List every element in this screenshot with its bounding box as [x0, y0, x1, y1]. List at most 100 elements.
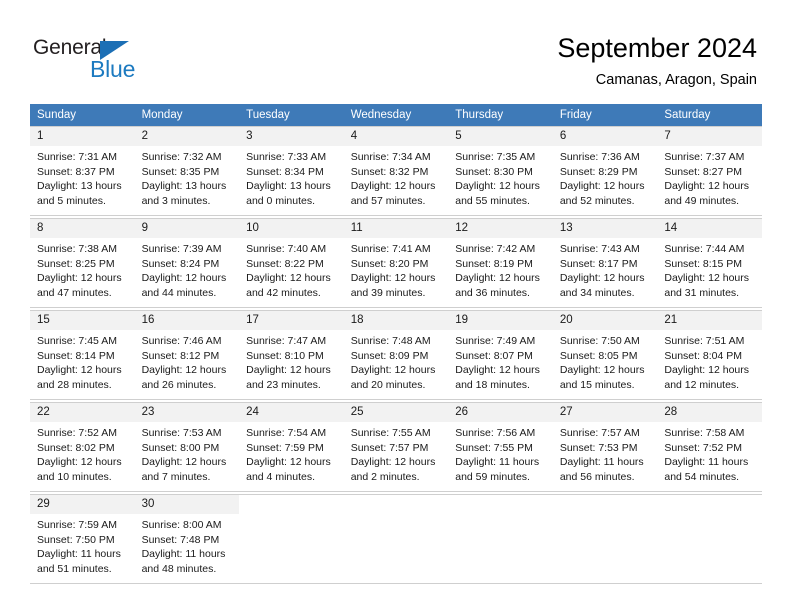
daylight-text-line2: and 42 minutes. — [246, 286, 321, 299]
sunset-text: Sunset: 8:24 PM — [141, 257, 220, 270]
day-cell[interactable]: 4 Sunrise: 7:34 AM Sunset: 8:32 PM Dayli… — [343, 126, 449, 216]
day-cell[interactable]: 24 Sunrise: 7:54 AM Sunset: 7:59 PM Dayl… — [239, 402, 344, 492]
daylight-text-line2: and 55 minutes. — [455, 194, 530, 207]
daylight-text-line1: Daylight: 12 hours — [455, 364, 540, 377]
day-cell[interactable]: 17 Sunrise: 7:47 AM Sunset: 8:10 PM Dayl… — [239, 310, 344, 400]
day-number: 4 — [343, 127, 449, 146]
daylight-text-line1: Daylight: 12 hours — [664, 364, 750, 377]
daylight-text-line1: Daylight: 12 hours — [141, 456, 227, 469]
day-cell-empty — [448, 494, 553, 584]
day-cell[interactable]: 25 Sunrise: 7:55 AM Sunset: 7:57 PM Dayl… — [343, 402, 449, 492]
day-cell[interactable]: 5 Sunrise: 7:35 AM Sunset: 8:30 PM Dayli… — [448, 126, 553, 216]
day-cell[interactable]: 15 Sunrise: 7:45 AM Sunset: 8:14 PM Dayl… — [30, 310, 135, 400]
day-cell[interactable]: 14 Sunrise: 7:44 AM Sunset: 8:15 PM Dayl… — [657, 218, 762, 308]
day-number: 20 — [552, 311, 658, 330]
daylight-text-line2: and 23 minutes. — [246, 378, 321, 391]
generalblue-logo[interactable]: General Blue — [33, 36, 163, 82]
sunrise-text: Sunrise: 7:54 AM — [246, 427, 327, 439]
daylight-text-line2: and 57 minutes. — [350, 194, 426, 207]
day-cell[interactable]: 28 Sunrise: 7:58 AM Sunset: 7:52 PM Dayl… — [657, 402, 762, 492]
day-details: Sunrise: 7:57 AM Sunset: 7:53 PM Dayligh… — [553, 422, 658, 484]
day-details: Sunrise: 7:33 AM Sunset: 8:34 PM Dayligh… — [239, 146, 344, 208]
day-cell[interactable]: 7 Sunrise: 7:37 AM Sunset: 8:27 PM Dayli… — [657, 126, 762, 216]
day-cell[interactable]: 3 Sunrise: 7:33 AM Sunset: 8:34 PM Dayli… — [239, 126, 344, 216]
day-cell[interactable]: 20 Sunrise: 7:50 AM Sunset: 8:05 PM Dayl… — [552, 310, 658, 400]
day-details: Sunrise: 7:40 AM Sunset: 8:22 PM Dayligh… — [239, 238, 344, 300]
sunrise-text: Sunrise: 7:53 AM — [141, 427, 222, 439]
daylight-text-line2: and 47 minutes. — [37, 286, 112, 299]
daylight-text-line1: Daylight: 11 hours — [664, 456, 749, 469]
day-cell[interactable]: 21 Sunrise: 7:51 AM Sunset: 8:04 PM Dayl… — [657, 310, 762, 400]
day-cell-empty — [239, 494, 344, 584]
day-number — [657, 495, 762, 514]
day-details: Sunrise: 7:49 AM Sunset: 8:07 PM Dayligh… — [448, 330, 553, 392]
day-cell[interactable]: 2 Sunrise: 7:32 AM Sunset: 8:35 PM Dayli… — [134, 126, 240, 216]
daylight-text-line1: Daylight: 12 hours — [246, 272, 331, 285]
day-details: Sunrise: 7:35 AM Sunset: 8:30 PM Dayligh… — [448, 146, 553, 208]
daylight-text-line2: and 52 minutes. — [559, 194, 635, 207]
day-cell[interactable]: 6 Sunrise: 7:36 AM Sunset: 8:29 PM Dayli… — [552, 126, 658, 216]
day-details: Sunrise: 7:53 AM Sunset: 8:00 PM Dayligh… — [135, 422, 240, 484]
day-number — [448, 495, 553, 514]
sunset-text: Sunset: 8:02 PM — [37, 441, 115, 454]
day-cell[interactable]: 13 Sunrise: 7:43 AM Sunset: 8:17 PM Dayl… — [552, 218, 658, 308]
day-details: Sunrise: 7:44 AM Sunset: 8:15 PM Dayligh… — [657, 238, 762, 300]
daylight-text-line2: and 7 minutes. — [141, 470, 211, 483]
page-subtitle-location: Camanas, Aragon, Spain — [595, 72, 757, 88]
sunset-text: Sunset: 8:04 PM — [664, 349, 743, 362]
day-cell[interactable]: 9 Sunrise: 7:39 AM Sunset: 8:24 PM Dayli… — [134, 218, 240, 308]
day-cell[interactable]: 18 Sunrise: 7:48 AM Sunset: 8:09 PM Dayl… — [343, 310, 449, 400]
daylight-text-line2: and 39 minutes. — [350, 286, 426, 299]
day-cell[interactable]: 10 Sunrise: 7:40 AM Sunset: 8:22 PM Dayl… — [239, 218, 344, 308]
sunrise-text: Sunrise: 7:55 AM — [350, 427, 431, 439]
weekday-header-monday: Monday — [134, 104, 240, 127]
day-cell[interactable]: 12 Sunrise: 7:42 AM Sunset: 8:19 PM Dayl… — [448, 218, 553, 308]
day-cell[interactable]: 30 Sunrise: 8:00 AM Sunset: 7:48 PM Dayl… — [134, 494, 240, 584]
sunrise-text: Sunrise: 7:36 AM — [559, 151, 640, 163]
day-number: 10 — [239, 219, 344, 238]
sunrise-text: Sunrise: 7:34 AM — [350, 151, 431, 163]
day-cell[interactable]: 19 Sunrise: 7:49 AM Sunset: 8:07 PM Dayl… — [448, 310, 553, 400]
sunrise-text: Sunrise: 7:57 AM — [559, 427, 640, 439]
calendar-week-row: 8 Sunrise: 7:38 AM Sunset: 8:25 PM Dayli… — [30, 218, 762, 308]
calendar-table: Sunday Monday Tuesday Wednesday Thursday… — [30, 104, 762, 584]
sunrise-text: Sunrise: 7:51 AM — [664, 335, 745, 347]
sunset-text: Sunset: 7:52 PM — [664, 441, 743, 454]
day-details: Sunrise: 7:36 AM Sunset: 8:29 PM Dayligh… — [553, 146, 658, 208]
sunset-text: Sunset: 8:17 PM — [559, 257, 638, 270]
day-cell[interactable]: 8 Sunrise: 7:38 AM Sunset: 8:25 PM Dayli… — [30, 218, 135, 308]
sunset-text: Sunset: 8:15 PM — [664, 257, 743, 270]
day-number: 3 — [239, 127, 344, 146]
day-number: 23 — [134, 403, 240, 422]
day-details: Sunrise: 7:55 AM Sunset: 7:57 PM Dayligh… — [344, 422, 449, 484]
daylight-text-line1: Daylight: 12 hours — [455, 180, 540, 193]
daylight-text-line1: Daylight: 12 hours — [350, 456, 436, 469]
daylight-text-line2: and 54 minutes. — [664, 470, 740, 483]
day-number: 28 — [657, 403, 762, 422]
daylight-text-line1: Daylight: 12 hours — [455, 272, 540, 285]
day-number: 7 — [657, 127, 762, 146]
day-cell[interactable]: 22 Sunrise: 7:52 AM Sunset: 8:02 PM Dayl… — [30, 402, 135, 492]
day-details: Sunrise: 7:59 AM Sunset: 7:50 PM Dayligh… — [30, 514, 135, 576]
day-number: 18 — [343, 311, 449, 330]
daylight-text-line2: and 15 minutes. — [559, 378, 635, 391]
day-details: Sunrise: 7:32 AM Sunset: 8:35 PM Dayligh… — [135, 146, 240, 208]
calendar-header-row: Sunday Monday Tuesday Wednesday Thursday… — [30, 104, 762, 127]
day-cell[interactable]: 23 Sunrise: 7:53 AM Sunset: 8:00 PM Dayl… — [134, 402, 240, 492]
day-cell[interactable]: 27 Sunrise: 7:57 AM Sunset: 7:53 PM Dayl… — [552, 402, 658, 492]
day-cell[interactable]: 11 Sunrise: 7:41 AM Sunset: 8:20 PM Dayl… — [343, 218, 449, 308]
sunset-text: Sunset: 7:53 PM — [559, 441, 638, 454]
day-cell[interactable]: 26 Sunrise: 7:56 AM Sunset: 7:55 PM Dayl… — [448, 402, 553, 492]
day-cell[interactable]: 16 Sunrise: 7:46 AM Sunset: 8:12 PM Dayl… — [134, 310, 240, 400]
sunrise-text: Sunrise: 7:50 AM — [559, 335, 640, 347]
sunset-text: Sunset: 7:59 PM — [246, 441, 324, 454]
sunrise-text: Sunrise: 8:00 AM — [141, 519, 222, 531]
day-cell-empty — [657, 494, 762, 584]
day-cell[interactable]: 29 Sunrise: 7:59 AM Sunset: 7:50 PM Dayl… — [30, 494, 135, 584]
daylight-text-line1: Daylight: 13 hours — [141, 180, 227, 193]
day-number: 6 — [552, 127, 658, 146]
day-details: Sunrise: 7:54 AM Sunset: 7:59 PM Dayligh… — [239, 422, 344, 484]
daylight-text-line1: Daylight: 12 hours — [141, 272, 227, 285]
daylight-text-line2: and 10 minutes. — [37, 470, 112, 483]
day-cell[interactable]: 1 Sunrise: 7:31 AM Sunset: 8:37 PM Dayli… — [30, 126, 135, 216]
